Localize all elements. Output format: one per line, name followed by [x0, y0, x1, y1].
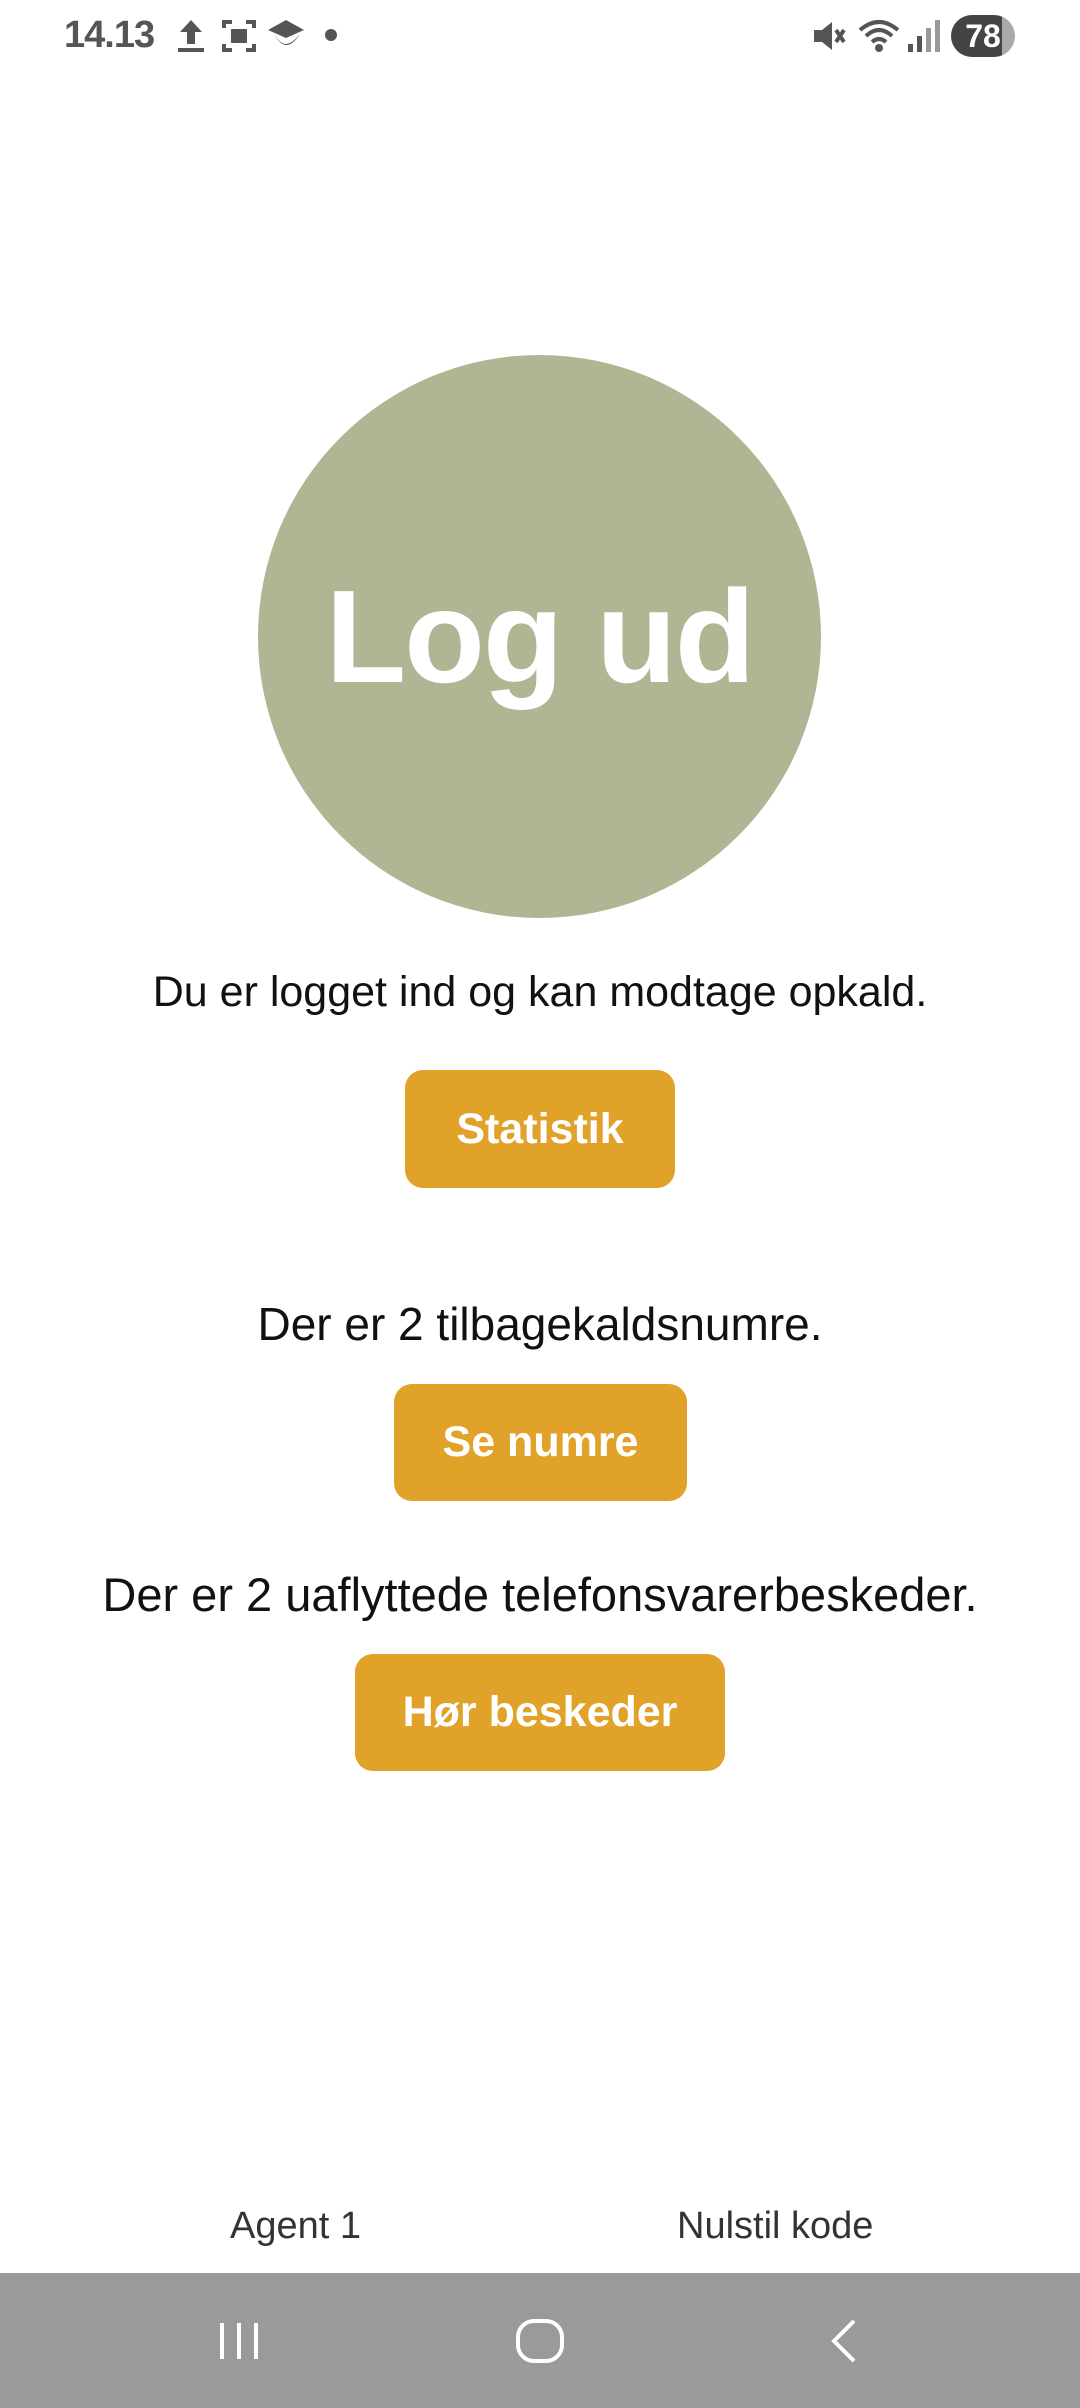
home-icon[interactable]: [512, 2313, 568, 2374]
see-numbers-button[interactable]: Se numre: [394, 1384, 687, 1501]
battery-indicator: 78: [951, 15, 1015, 57]
logout-label: Log ud: [325, 563, 756, 710]
statistics-button-label: Statistik: [456, 1104, 624, 1153]
logged-in-status-text: Du er logget ind og kan modtage opkald.: [152, 968, 928, 1016]
back-icon[interactable]: [822, 2313, 866, 2374]
status-time: 14.13: [64, 14, 155, 56]
reset-code-link[interactable]: Nulstil kode: [677, 2205, 873, 2248]
dot-icon: [324, 28, 338, 47]
see-numbers-button-label: Se numre: [442, 1418, 639, 1466]
app-notification-icon: [264, 16, 308, 61]
agent-label[interactable]: Agent 1: [230, 2205, 361, 2248]
screenshot-icon: [220, 16, 258, 61]
callbacks-text: Der er 2 tilbagekaldsnumre.: [257, 1298, 823, 1350]
status-bar: 14.13 78: [0, 0, 1080, 72]
mute-icon: [810, 16, 848, 61]
recent-apps-icon[interactable]: [214, 2313, 264, 2374]
listen-messages-button[interactable]: Hør beskeder: [355, 1654, 725, 1771]
statistics-button[interactable]: Statistik: [405, 1070, 675, 1188]
logout-button[interactable]: Log ud: [258, 355, 821, 918]
signal-icon: [906, 16, 942, 61]
voicemail-text: Der er 2 uaflyttede telefonsvarerbeskede…: [102, 1568, 978, 1621]
upload-icon: [174, 16, 208, 61]
listen-messages-button-label: Hør beskeder: [402, 1688, 678, 1736]
system-navigation-bar: [0, 2273, 1080, 2408]
wifi-icon: [856, 16, 902, 61]
